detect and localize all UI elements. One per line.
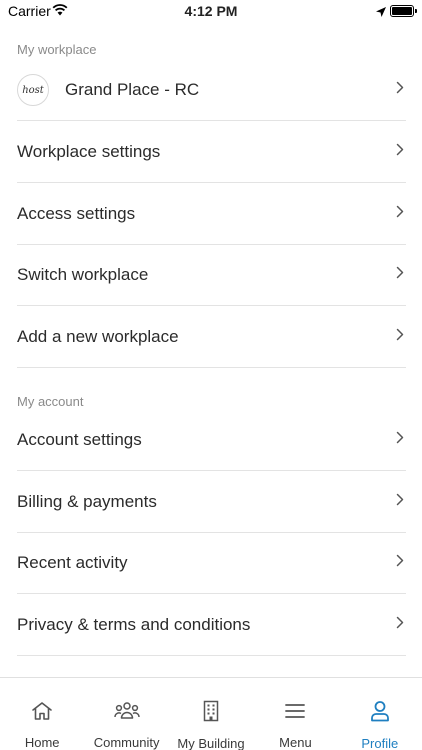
tab-home-label: Home <box>24 735 60 750</box>
tab-bar: Home Community My Building Menu Profile <box>0 677 422 750</box>
add-workplace-label: Add a new workplace <box>17 327 179 346</box>
workplace-logo: host <box>17 74 49 106</box>
account-settings-label: Account settings <box>17 430 142 449</box>
status-time: 4:12 PM <box>184 3 238 19</box>
recent-activity-row[interactable]: Recent activity <box>17 533 406 594</box>
billing-payments-row[interactable]: Billing & payments <box>17 472 406 533</box>
chevron-right-icon <box>396 616 404 634</box>
section-header-workplace: My workplace <box>17 42 97 57</box>
tab-home[interactable]: Home <box>0 678 84 750</box>
tab-community[interactable]: Community <box>84 678 168 750</box>
chevron-right-icon <box>396 328 404 346</box>
tab-my-building-label: My Building <box>177 736 245 750</box>
people-icon <box>113 700 140 721</box>
chevron-right-icon <box>396 266 404 284</box>
profile-content: My workplace host Grand Place - RC Workp… <box>0 22 422 677</box>
chevron-right-icon <box>396 205 404 223</box>
chevron-right-icon <box>396 143 404 161</box>
location-arrow-icon <box>376 4 386 20</box>
current-workplace-row[interactable]: host Grand Place - RC <box>17 60 406 121</box>
recent-activity-label: Recent activity <box>17 553 128 572</box>
tab-menu[interactable]: Menu <box>253 678 337 750</box>
section-header-account: My account <box>17 394 84 409</box>
current-workplace-name: Grand Place - RC <box>65 80 200 99</box>
workplace-settings-label: Workplace settings <box>17 142 161 161</box>
chevron-right-icon <box>396 493 404 511</box>
switch-workplace-label: Switch workplace <box>17 265 149 284</box>
privacy-terms-row[interactable]: Privacy & terms and conditions <box>17 595 406 656</box>
tab-profile[interactable]: Profile <box>338 678 422 750</box>
tab-menu-label: Menu <box>279 735 312 750</box>
account-settings-row[interactable]: Account settings <box>17 410 406 471</box>
tab-my-building[interactable]: My Building <box>169 678 253 750</box>
switch-workplace-row[interactable]: Switch workplace <box>17 245 406 306</box>
building-icon <box>202 700 220 722</box>
workplace-settings-row[interactable]: Workplace settings <box>17 122 406 183</box>
chevron-right-icon <box>396 431 404 449</box>
billing-payments-label: Billing & payments <box>17 492 157 511</box>
logo-text: host <box>22 84 44 96</box>
access-settings-label: Access settings <box>17 204 136 223</box>
chevron-right-icon <box>396 81 404 99</box>
home-icon <box>31 700 53 721</box>
battery-icon <box>390 5 417 17</box>
status-bar: Carrier 4:12 PM <box>0 0 422 22</box>
tab-profile-label: Profile <box>361 736 399 750</box>
menu-icon <box>285 700 306 721</box>
chevron-right-icon <box>396 554 404 572</box>
add-workplace-row[interactable]: Add a new workplace <box>17 307 406 368</box>
profile-icon <box>370 700 390 722</box>
privacy-terms-label: Privacy & terms and conditions <box>17 615 251 634</box>
tab-community-label: Community <box>93 735 160 750</box>
access-settings-row[interactable]: Access settings <box>17 184 406 245</box>
